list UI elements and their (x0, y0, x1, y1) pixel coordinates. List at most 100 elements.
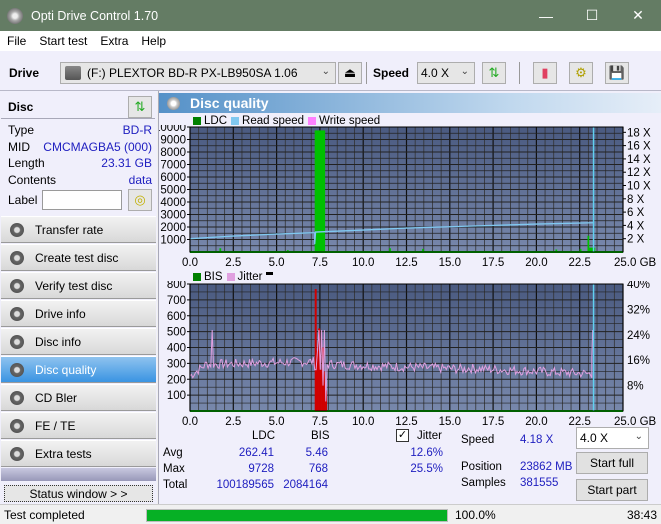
save-button[interactable]: 💾 (605, 62, 629, 84)
eject-icon: ⏏ (343, 65, 357, 80)
x-tick-label: 10.0 (352, 416, 374, 426)
nav-fe-te[interactable]: FE / TE (1, 412, 156, 439)
nav-label: Disc info (35, 334, 82, 349)
y2-tick-label: 14 X (627, 154, 651, 166)
x-tick-label: 25.0 GB (614, 257, 657, 269)
speed-value: 4.0 X (421, 66, 450, 80)
y-tick-label: 200 (167, 374, 186, 386)
drive-select[interactable]: (F:) PLEXTOR BD-R PX-LB950SA 1.06 ⌄ (60, 62, 336, 84)
nav-verify-test-disc[interactable]: Verify test disc (1, 272, 156, 299)
menu-help[interactable]: Help (141, 34, 166, 48)
max-label: Max (163, 463, 185, 475)
label-input[interactable] (42, 190, 122, 210)
avg-ldc: 262.41 (238, 447, 274, 459)
y2-tick-label: 16 X (627, 141, 651, 153)
ldc-swatch (193, 117, 201, 125)
x-tick-label: 17.5 (482, 257, 504, 269)
menu-file[interactable]: File (7, 34, 26, 48)
test-speed-select[interactable]: 4.0 X ⌄ (576, 427, 649, 449)
chevron-down-icon: ⌄ (460, 66, 469, 77)
length-label: Length (8, 156, 45, 170)
x-tick-label: 17.5 (482, 416, 504, 426)
nav-disc-info[interactable]: Disc info (1, 328, 156, 355)
legend-marker (266, 271, 274, 275)
eject-button[interactable]: ⏏ (338, 62, 362, 84)
nav-create-test-disc[interactable]: Create test disc (1, 244, 156, 271)
ldc-bar (389, 248, 391, 252)
y2-tick-label: 40% (627, 281, 650, 291)
x-tick-label: 22.5 (569, 257, 591, 269)
speed-select[interactable]: 4.0 X ⌄ (417, 62, 475, 84)
nav-transfer-rate[interactable]: Transfer rate (1, 216, 156, 243)
minimize-button[interactable]: — (523, 0, 569, 31)
position-value: 23862 MB (520, 461, 573, 473)
start-full-button[interactable]: Start full (576, 452, 648, 474)
x-tick-label: 7.5 (312, 257, 328, 269)
maximize-button[interactable]: ☐ (569, 0, 615, 31)
progress-fill (147, 510, 447, 521)
jitter-checkbox[interactable]: ✓ (396, 429, 409, 442)
cd-bler-icon (10, 390, 24, 405)
nav-label: Extra tests (35, 446, 92, 461)
erase-icon: ▮ (541, 65, 549, 80)
jitter-swatch (226, 273, 235, 281)
refresh-button[interactable]: ⇅ (482, 62, 506, 84)
y-tick-label: 7000 (160, 160, 186, 172)
save-icon: 💾 (608, 65, 626, 80)
create-test-disc-icon (10, 250, 24, 265)
extra-tests-icon (10, 446, 24, 461)
ldc-bar (587, 235, 590, 252)
start-part-button[interactable]: Start part (576, 479, 648, 501)
close-button[interactable]: ✕ (615, 0, 661, 31)
nav-cd-bler[interactable]: CD Bler (1, 384, 156, 411)
y-tick-label: 1000 (160, 235, 186, 247)
y-tick-label: 600 (167, 311, 186, 323)
nav-extra-tests[interactable]: Extra tests (1, 440, 156, 467)
drive-icon (65, 66, 81, 80)
label-disc-button[interactable]: ◎ (128, 189, 152, 211)
x-tick-label: 5.0 (269, 416, 285, 426)
contents-value: data (128, 172, 152, 187)
x-tick-label: 10.0 (352, 257, 374, 269)
erase-button[interactable]: ▮ (533, 62, 557, 84)
y-tick-label: 700 (167, 295, 186, 307)
y2-tick-label: 8% (627, 381, 644, 393)
y-tick-label: 8000 (160, 147, 186, 159)
nav-disc-quality[interactable]: Disc quality (1, 356, 156, 383)
x-tick-label: 12.5 (395, 257, 417, 269)
col-bis-header: BIS (311, 430, 330, 442)
disc-info-icon (10, 334, 24, 349)
speed-stat-label: Speed (461, 434, 495, 446)
separator (366, 62, 367, 84)
y2-tick-label: 32% (627, 304, 650, 316)
drive-label: Drive (9, 66, 40, 80)
speed-stat-value: 4.18 X (520, 434, 554, 446)
speed-label: Speed (373, 66, 410, 80)
disc-refresh-button[interactable]: ⇅ (128, 96, 152, 118)
jitter-label: Jitter (417, 430, 442, 442)
mid-value: CMCMAGBA5 (000) (43, 139, 152, 154)
progress-bar (146, 509, 448, 522)
sidebar: Disc ⇅ Type BD-R MID CMCMAGBA5 (000) Lengt… (0, 91, 157, 504)
status-window-button[interactable]: Status window > > (4, 485, 153, 502)
window-title: Opti Drive Control 1.70 (31, 8, 159, 23)
menu-start-test[interactable]: Start test (39, 34, 87, 48)
disc-row-type: Type BD-R (8, 123, 152, 140)
nav-drive-info[interactable]: Drive info (1, 300, 156, 327)
menu-bar: File Start test Extra Help (0, 31, 661, 51)
nav-label: Transfer rate (35, 222, 104, 237)
nav-label: Disc quality (35, 362, 97, 377)
x-tick-label: 12.5 (395, 416, 417, 426)
menu-extra[interactable]: Extra (100, 34, 128, 48)
ldc-bar (314, 130, 326, 252)
verify-test-disc-icon (10, 278, 24, 293)
y-tick-label: 400 (167, 343, 186, 355)
disc-quality-icon (167, 96, 180, 110)
x-tick-label: 15.0 (439, 257, 461, 269)
progress-label: 100.0% (455, 508, 496, 522)
x-tick-label: 0.0 (182, 257, 198, 269)
y-tick-label: 3000 (160, 210, 186, 222)
settings-button[interactable]: ⚙ (569, 62, 593, 84)
total-bis: 2084164 (283, 479, 328, 491)
status-text: Test completed (4, 508, 85, 522)
